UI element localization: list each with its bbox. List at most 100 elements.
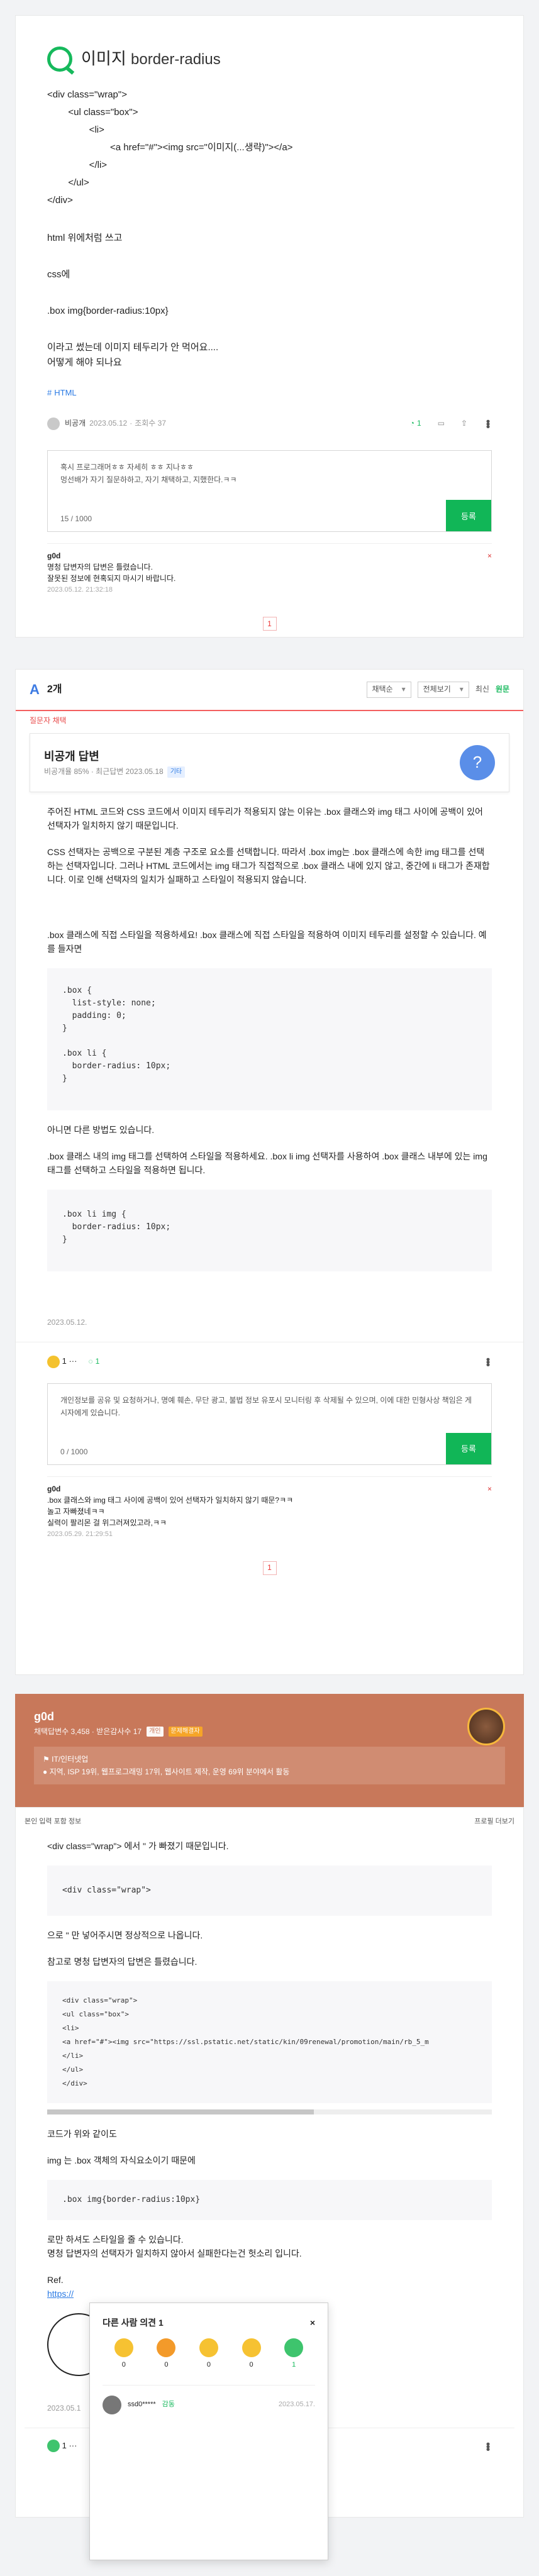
emoji-count: 0 [206, 2361, 211, 2369]
code-block: <div class="wrap"> <ul class="box"> <li>… [47, 1981, 492, 2103]
answer-card-1: A 2개 채택순 전체보기 최신 원문 질문자 채택 비공개 답변 비공개율 8… [15, 669, 524, 1675]
like-button[interactable]: ◔ 1 [410, 417, 421, 429]
answer-paragraph: 참고로 명청 답변자의 답변은 틀렸습니다. [47, 1956, 197, 1967]
filter-select[interactable]: 전체보기 [417, 682, 469, 698]
reaction-emoji-icon [47, 2440, 60, 2453]
emoji-icon [114, 2338, 133, 2358]
comment-pagination: 1 [47, 617, 492, 631]
code-block: .box img{border-radius:10px} [47, 2179, 492, 2220]
avatar: ? [460, 745, 495, 781]
profile-more-link[interactable]: 프로필 더보기 [474, 1816, 514, 1828]
answers-header: A 2개 채택순 전체보기 최신 원문 [16, 670, 523, 711]
char-count: 0 / 1000 [60, 1447, 88, 1456]
more-icon[interactable]: ••• [479, 1357, 497, 1366]
profile-activity: 지역, ISP 19위, 웹프로그래밍 17위, 웹사이트 제작, 운영 69위… [49, 1767, 290, 1776]
author-name: 비공개 [65, 419, 86, 428]
answer-paragraph: 명청 답변자의 선택자가 일치하지 않아서 실패한다는건 헛소리 입니다. [47, 2248, 302, 2258]
emoji-option[interactable]: 1 [284, 2338, 304, 2371]
delete-comment-icon[interactable]: × [487, 1483, 492, 1495]
ref-label: Ref. [47, 2274, 64, 2285]
close-icon[interactable]: × [310, 2316, 315, 2330]
comment-pagination: 1 [47, 1561, 492, 1575]
answer-reaction-row: 1 ··· ◌ 1 ••• [16, 1342, 523, 1381]
comment-author: g0d [47, 551, 61, 561]
question-code-line: </div> [47, 194, 73, 206]
question-date: 2023.05.12 [89, 419, 128, 428]
share-icon[interactable]: ⇪ [461, 417, 467, 429]
reaction-user: ssd0***** [128, 2401, 156, 2409]
emoji-option[interactable]: 0 [114, 2338, 133, 2371]
avatar [467, 1708, 505, 1745]
sort-original[interactable]: 원문 [496, 683, 509, 695]
reaction-count: 1 [62, 1356, 67, 1366]
comment-icon: ◌ [88, 1356, 93, 1366]
submit-comment-button[interactable]: 등록 [446, 500, 491, 532]
answer-profile-g0d: g0d 채택답변수 3,458 · 받은감사수 17 개인 문제해결자 ⚑ IT/인… [15, 1694, 524, 1807]
answer-paragraph: .box 클래스 내의 img 태그를 선택하여 스타일을 적용하세요. .bo… [47, 1151, 487, 1176]
question-comment-box[interactable]: 혹시 프로그래머ㅎㅎ 자세히 ㅎㅎ 지나ㅎㅎ 멍선배가 자기 질문하하고, 자기… [47, 450, 492, 533]
reaction-type: 감동 [162, 2401, 175, 2409]
reaction-user-row: ssd0***** 감동 2023.05.17. [103, 2384, 315, 2414]
question-paragraph: 어떻게 해야 되나요 [47, 357, 122, 368]
question-code-line: <div class="wrap"> [47, 89, 127, 100]
code-scrollbar[interactable] [47, 2109, 492, 2114]
comment-text: 명청 답변자의 답변은 틀렸습니다. [47, 563, 153, 572]
page-button[interactable]: 1 [262, 617, 277, 631]
answer-a-icon: A [30, 682, 40, 698]
answer-paragraph: img 는 .box 객체의 자식요소이기 때문에 [47, 2155, 196, 2165]
emoji-option[interactable]: 0 [199, 2338, 218, 2371]
sort-latest[interactable]: 최신 [475, 683, 489, 695]
answer-body: 주어진 HTML 코드와 CSS 코드에서 이미지 테두리가 적용되지 않는 이… [16, 805, 523, 1329]
answer-paragraph: 으로 " 만 넣어주시면 정상적으로 나옵니다. [47, 1930, 203, 1940]
code-block: .box li img { border-radius: 10px; } [47, 1190, 492, 1272]
comment-toggle[interactable]: ◌ 1 [88, 1356, 99, 1368]
reaction-popup: 다른 사람 의견 1 × 0 0 0 0 1 ssd0***** 감동 2023.… [89, 2302, 328, 2560]
ref-link[interactable]: https:// [47, 2287, 492, 2301]
emoji-icon [157, 2338, 176, 2358]
tag-icon: # [47, 387, 52, 397]
more-icon[interactable]: ••• [479, 419, 497, 428]
code-block: .box { list-style: none; padding: 0; } .… [47, 968, 492, 1111]
question-body: <div class="wrap"> <ul class="box"> <li>… [47, 86, 492, 370]
emoji-option[interactable]: 0 [157, 2338, 176, 2371]
char-count: 15 / 1000 [60, 514, 92, 523]
user-badge: 기타 [167, 766, 186, 778]
reaction-emoji-icon [47, 1355, 60, 1368]
answer-paragraph: <div class="wrap"> 에서 " 가 빠졌기 때문입니다. [47, 1840, 229, 1851]
answer-comment-box[interactable]: 개인정보를 공유 및 요청하거나, 명예 훼손, 무단 광고, 불법 정보 유포… [47, 1383, 492, 1465]
reaction-button[interactable]: 1 ··· [47, 1355, 77, 1368]
comment-input-text: 혹시 프로그래머ㅎㅎ 자세히 ㅎㅎ 지나ㅎㅎ [60, 463, 194, 472]
delete-comment-icon[interactable]: × [487, 550, 492, 561]
profile-note: 본인 입력 포함 정보 [25, 1818, 82, 1825]
user-badge: 문제해결자 [168, 1727, 203, 1737]
tag-label: HTML [54, 387, 77, 397]
comment-icon[interactable]: ▭ [438, 417, 445, 429]
question-title-row: 이미지 border-radius [47, 46, 492, 72]
submit-comment-button[interactable]: 등록 [446, 1432, 491, 1464]
question-paragraph: css에 [47, 268, 70, 280]
answer-paragraph: 주어진 HTML 코드와 CSS 코드에서 이미지 테두리가 적용되지 않는 이… [47, 807, 483, 831]
emoji-icon [242, 2338, 261, 2358]
emoji-icon [284, 2338, 304, 2358]
more-icon[interactable]: ••• [479, 2442, 497, 2450]
answer-count: 2개 [47, 684, 62, 695]
question-code-line: <li> [47, 124, 104, 135]
like-count: 1 [417, 419, 421, 428]
question-title: 이미지 border-radius [81, 49, 221, 68]
like-icon: ◔ [409, 419, 414, 428]
comment-author: g0d [47, 1484, 61, 1493]
emoji-count: 1 [292, 2361, 296, 2369]
avatar [103, 2395, 121, 2414]
tag-html[interactable]: # HTML [47, 387, 492, 400]
sort-select[interactable]: 채택순 [366, 682, 411, 698]
answer-user-stats: 채택답변수 3,458 · 받은감사수 17 [34, 1727, 142, 1736]
question-meta: 비공개 2023.05.12 · 조회수 37 ◔ 1 ▭ ⇪ ••• [47, 414, 494, 433]
emoji-count: 0 [249, 2361, 253, 2369]
answer-paragraph: .box 클래스에 직접 스타일을 적용하세요! .box 클래스에 직접 스타… [47, 930, 487, 954]
answer-paragraph: CSS 선택자는 공백으로 구분된 계층 구조로 요소를 선택합니다. 따라서 … [47, 847, 490, 885]
reaction-count: 1 [62, 2440, 67, 2450]
avatar [47, 417, 60, 430]
emoji-option[interactable]: 0 [242, 2338, 261, 2371]
page-button[interactable]: 1 [262, 1561, 277, 1575]
reaction-button[interactable]: 1 ··· [47, 2440, 77, 2453]
